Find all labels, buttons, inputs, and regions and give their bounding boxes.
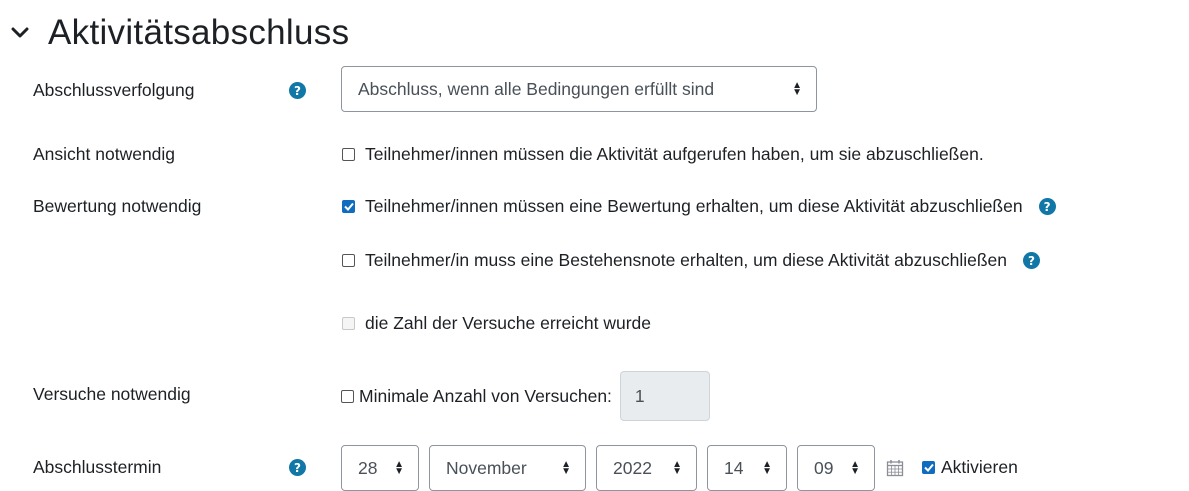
year-select[interactable]: 2022 ▲ ▼: [596, 445, 697, 491]
select-arrows-icon: ▲ ▼: [672, 459, 682, 477]
grade-label: Bewertung notwendig: [33, 196, 202, 216]
day-select[interactable]: 28 ▲ ▼: [341, 445, 419, 491]
receive-grade-checkbox[interactable]: [342, 200, 355, 213]
tracking-select[interactable]: Abschluss, wenn alle Bedingungen erfüllt…: [341, 66, 817, 112]
expected-help-icon[interactable]: ?: [289, 459, 306, 476]
select-arrows-icon: ▲ ▼: [792, 80, 802, 98]
select-arrows-icon: ▲ ▼: [762, 459, 772, 477]
view-label: Ansicht notwendig: [33, 144, 176, 164]
pass-grade-checkbox[interactable]: [342, 254, 355, 267]
min-attempts-value: 1: [634, 385, 645, 406]
tracking-help-icon[interactable]: ?: [289, 82, 306, 99]
checkmark-icon: [923, 463, 934, 472]
minute-select[interactable]: 09 ▲ ▼: [797, 445, 875, 491]
view-checkbox-label: Teilnehmer/innen müssen die Aktivität au…: [365, 144, 984, 164]
tracking-label: Abschlussverfolgung: [33, 80, 195, 100]
attempts-label: Versuche notwendig: [33, 384, 191, 404]
day-select-value: 28: [358, 457, 378, 478]
tracking-select-value: Abschluss, wenn alle Bedingungen erfüllt…: [358, 78, 715, 99]
section-title: Aktivitätsabschluss: [48, 13, 350, 52]
pass-grade-label: Teilnehmer/in muss eine Bestehensnote er…: [365, 250, 1008, 270]
min-attempts-label: Minimale Anzahl von Versuchen:: [359, 385, 612, 406]
min-attempts-checkbox[interactable]: [341, 389, 354, 403]
hour-select[interactable]: 14 ▲ ▼: [707, 445, 787, 491]
year-select-value: 2022: [613, 457, 652, 478]
chevron-down-icon: [10, 23, 30, 43]
attempts-exhausted-label: die Zahl der Versuche erreicht wurde: [365, 313, 651, 333]
month-select[interactable]: November ▲ ▼: [429, 445, 586, 491]
enable-date-checkbox[interactable]: [922, 461, 935, 474]
min-attempts-input[interactable]: 1: [619, 371, 710, 421]
section-header-toggle[interactable]: Aktivitätsabschluss: [10, 8, 349, 58]
calendar-icon[interactable]: [886, 459, 904, 477]
expected-label: Abschlusstermin: [33, 457, 162, 477]
pass-grade-help-icon[interactable]: ?: [1023, 252, 1041, 269]
enable-date-label: Aktivieren: [941, 457, 1018, 477]
select-arrows-icon: ▲ ▼: [394, 459, 404, 477]
minute-select-value: 09: [814, 457, 834, 478]
select-arrows-icon: ▲ ▼: [561, 459, 571, 477]
receive-grade-help-icon[interactable]: ?: [1038, 198, 1056, 215]
attempts-exhausted-checkbox: [342, 317, 355, 330]
receive-grade-label: Teilnehmer/innen müssen eine Bewertung e…: [365, 196, 1023, 216]
hour-select-value: 14: [724, 457, 744, 478]
month-select-value: November: [446, 457, 527, 478]
checkmark-icon: [343, 202, 354, 211]
select-arrows-icon: ▲ ▼: [850, 459, 860, 477]
view-checkbox[interactable]: [342, 148, 355, 161]
